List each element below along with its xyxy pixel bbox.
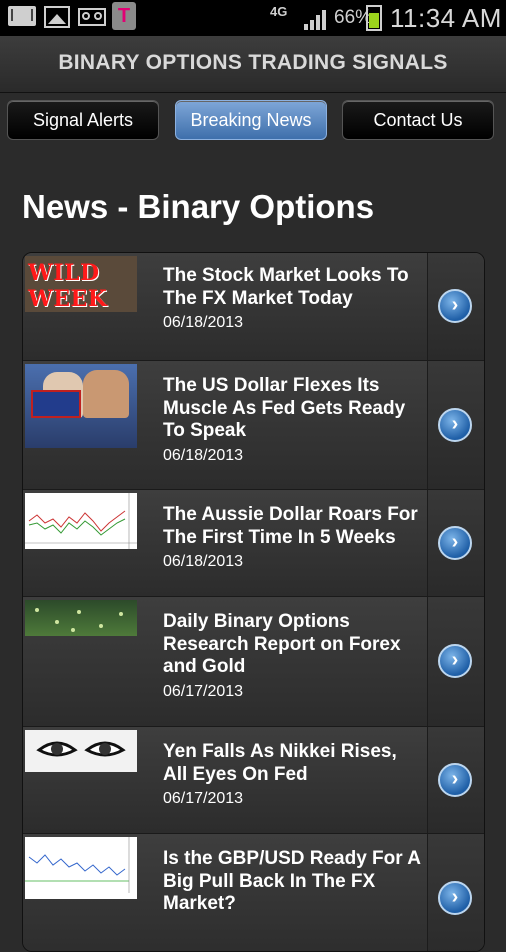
tab-breaking-news[interactable]: Breaking News (175, 100, 327, 140)
news-title: The US Dollar Flexes Its Muscle As Fed G… (163, 375, 406, 441)
chevron-right-circle-icon: › (438, 408, 472, 442)
green-board-thumbnail (25, 600, 137, 636)
chevron-right-circle-icon: › (438, 289, 472, 323)
open-button[interactable]: › (427, 834, 484, 951)
gallery-icon (44, 6, 70, 28)
wild-week-thumbnail: WILD WEEK (25, 256, 137, 312)
chevron-right-circle-icon: › (438, 763, 472, 797)
open-button[interactable]: › (427, 490, 484, 596)
news-title: Is the GBP/USD Ready For A Big Pull Back… (163, 848, 421, 914)
forex-chart-thumbnail (25, 493, 137, 549)
clock: 11:34 AM (390, 3, 502, 33)
news-title: The Stock Market Looks To The FX Market … (163, 265, 409, 309)
tab-bar: Signal Alerts Breaking News Contact Us (0, 100, 506, 142)
news-title: Yen Falls As Nikkei Rises, All Eyes On F… (163, 741, 397, 785)
news-date: 06/17/2013 (163, 790, 244, 807)
open-button[interactable]: › (427, 597, 484, 726)
news-date: 06/18/2013 (163, 553, 244, 570)
open-button[interactable]: › (427, 727, 484, 833)
news-item[interactable]: The US Dollar Flexes Its Muscle As Fed G… (23, 361, 484, 490)
signal-icon (304, 8, 330, 30)
news-item[interactable]: Yen Falls As Nikkei Rises, All Eyes On F… (23, 727, 484, 834)
voicemail-icon (78, 8, 106, 26)
news-list: WILD WEEK The Stock Market Looks To The … (22, 252, 485, 952)
app-title: BINARY OPTIONS TRADING SIGNALS (0, 36, 506, 93)
news-date: 06/17/2013 (163, 682, 244, 700)
news-item[interactable]: Is the GBP/USD Ready For A Big Pull Back… (23, 834, 484, 951)
news-item[interactable]: WILD WEEK The Stock Market Looks To The … (23, 253, 484, 361)
wild-week-text: WILD WEEK (28, 260, 108, 312)
chevron-right-circle-icon: › (438, 644, 472, 678)
open-button[interactable]: › (427, 253, 484, 360)
eyes-thumbnail (25, 730, 137, 772)
carrier-logo-icon: T (112, 2, 136, 30)
news-title: Daily Binary Options Research Report on … (163, 611, 401, 677)
gmail-icon (8, 6, 36, 26)
open-button[interactable]: › (427, 361, 484, 489)
status-bar: T 4G 66% 11:34 AM (0, 0, 506, 36)
tab-contact-us[interactable]: Contact Us (342, 100, 494, 140)
news-date: 06/18/2013 (163, 446, 244, 464)
tab-signal-alerts[interactable]: Signal Alerts (7, 100, 159, 140)
chevron-right-circle-icon: › (438, 526, 472, 560)
news-date: 06/18/2013 (163, 314, 244, 331)
battery-icon (366, 5, 382, 31)
news-item[interactable]: The Aussie Dollar Roars For The First Ti… (23, 490, 484, 597)
news-item[interactable]: Daily Binary Options Research Report on … (23, 597, 484, 727)
page-title: News - Binary Options (22, 188, 375, 225)
flag-photo-thumbnail (25, 364, 137, 448)
news-title: The Aussie Dollar Roars For The First Ti… (163, 504, 418, 548)
forex-chart-thumbnail (25, 837, 137, 899)
network-type: 4G (270, 4, 288, 19)
chevron-right-circle-icon: › (438, 881, 472, 915)
